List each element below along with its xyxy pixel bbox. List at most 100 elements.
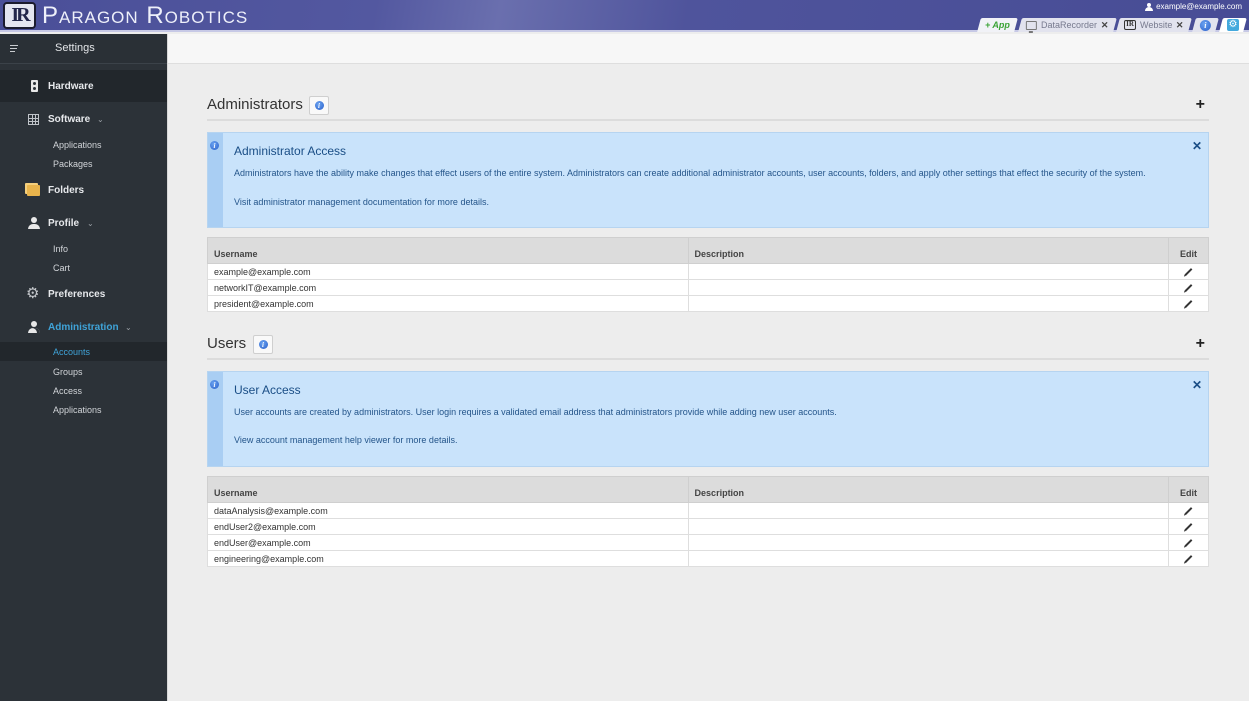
sidebar-item-label: Hardware [48, 80, 94, 92]
user-email: example@example.com [1156, 2, 1242, 11]
sidebar-subitem-cart[interactable]: Cart [0, 258, 167, 277]
sidebar-item-folders[interactable]: Folders [0, 174, 167, 206]
add-user-button[interactable]: + [1196, 336, 1205, 352]
username-cell: president@example.com [207, 295, 689, 312]
administrators-info-button[interactable]: i [309, 96, 329, 115]
sidebar-subitem-accounts[interactable]: Accounts [0, 342, 167, 361]
pencil-icon [1184, 538, 1193, 547]
main-toolbar [168, 34, 1249, 64]
alert-strip: i [208, 133, 223, 227]
administrators-section-header: Administrators i + [207, 93, 1209, 121]
info-icon: i [210, 380, 219, 389]
tab-settings[interactable]: ⚙ [1219, 18, 1247, 32]
pencil-icon [1184, 299, 1193, 308]
column-header-edit: Edit [1168, 237, 1209, 264]
edit-button[interactable] [1168, 279, 1209, 296]
sidebar-subitem-label: Cart [53, 262, 71, 273]
sidebar-item-profile[interactable]: Profile ⌄ [0, 207, 167, 239]
table-row[interactable]: endUser@example.com [207, 534, 1209, 551]
table-row[interactable]: president@example.com [207, 295, 1209, 312]
alert-text: Administrators have the ability make cha… [234, 168, 1146, 178]
close-alert-button[interactable]: ✕ [1192, 378, 1202, 392]
column-header-description[interactable]: Description [687, 237, 1170, 264]
sidebar-subitem-packages[interactable]: Packages [0, 154, 167, 173]
sidebar-subitem-label: Groups [53, 366, 83, 377]
user-access-alert: i User Access User accounts are created … [207, 371, 1209, 467]
table-row[interactable]: engineering@example.com [207, 550, 1209, 567]
sidebar-item-label: Folders [48, 184, 85, 196]
user-icon [1145, 2, 1154, 11]
table-row[interactable]: example@example.com [207, 263, 1209, 280]
tab-datarecorder[interactable]: DataRecorder ✕ [1017, 18, 1116, 32]
logo-icon: IR [3, 2, 36, 29]
table-row[interactable]: endUser2@example.com [207, 518, 1209, 535]
close-tab-icon[interactable]: ✕ [1176, 20, 1184, 31]
user-menu[interactable]: example@example.com [1145, 2, 1242, 11]
top-banner: IR Paragon Robotics example@example.com … [0, 0, 1249, 32]
users-table: Username Description Edit dataAnalysis@e… [207, 476, 1209, 567]
alert-documentation-link[interactable]: Visit administrator management documenta… [234, 197, 489, 207]
sidebar-item-hardware[interactable]: Hardware [0, 70, 167, 102]
add-app-tab[interactable]: + App [976, 18, 1018, 32]
tab-website[interactable]: IR Website ✕ [1116, 18, 1192, 32]
tab-info[interactable]: i [1192, 18, 1219, 32]
column-header-edit: Edit [1168, 476, 1209, 503]
sidebar-subitem-label: Applications [53, 404, 102, 415]
users-section-header: Users i + [207, 332, 1209, 360]
edit-button[interactable] [1168, 550, 1209, 567]
brand-name: Paragon Robotics [42, 2, 249, 29]
edit-button[interactable] [1168, 518, 1209, 535]
add-app-label: + App [984, 20, 1010, 30]
username-cell: networkIT@example.com [207, 279, 689, 296]
sidebar-header: Settings [0, 34, 167, 64]
alert-strip: i [208, 372, 223, 466]
description-cell [687, 518, 1170, 535]
edit-button[interactable] [1168, 263, 1209, 280]
hardware-icon [31, 80, 38, 92]
table-row[interactable]: networkIT@example.com [207, 279, 1209, 296]
username-cell: endUser2@example.com [207, 518, 689, 535]
chevron-down-icon: ⌄ [125, 322, 132, 332]
sidebar-subitem-label: Applications [53, 139, 102, 150]
sidebar-title: Settings [55, 42, 95, 54]
sidebar-item-administration[interactable]: Administration ⌄ [0, 311, 167, 343]
edit-button[interactable] [1168, 295, 1209, 312]
sidebar-item-preferences[interactable]: ⚙ Preferences [0, 278, 167, 310]
sidebar-subitem-groups[interactable]: Groups [0, 362, 167, 381]
column-header-username[interactable]: Username [207, 237, 689, 264]
close-tab-icon[interactable]: ✕ [1101, 20, 1109, 31]
description-cell [687, 279, 1170, 296]
column-header-description[interactable]: Description [687, 476, 1170, 503]
edit-button[interactable] [1168, 502, 1209, 519]
info-icon: i [1200, 19, 1211, 31]
description-cell [687, 263, 1170, 280]
alert-text: User accounts are created by administrat… [234, 407, 837, 417]
sidebar-subitem-applications-admin[interactable]: Applications [0, 400, 167, 419]
alert-help-link[interactable]: View account management help viewer for … [234, 435, 457, 445]
pencil-icon [1184, 267, 1193, 276]
admin-icon [28, 321, 40, 333]
ir-logo-icon: IR [1124, 20, 1137, 30]
sidebar-subitem-info[interactable]: Info [0, 239, 167, 258]
sidebar-subitem-applications[interactable]: Applications [0, 135, 167, 154]
sidebar-item-software[interactable]: Software ⌄ [0, 103, 167, 135]
description-cell [687, 550, 1170, 567]
administrator-access-alert: i Administrator Access Administrators ha… [207, 132, 1209, 228]
alert-title: Administrator Access [234, 144, 347, 158]
table-row[interactable]: dataAnalysis@example.com [207, 502, 1209, 519]
administrators-title: Administrators [207, 96, 303, 113]
close-alert-button[interactable]: ✕ [1192, 139, 1202, 153]
monitor-icon [1025, 20, 1037, 30]
edit-button[interactable] [1168, 534, 1209, 551]
sidebar-item-label: Software [48, 113, 91, 125]
username-cell: example@example.com [207, 263, 689, 280]
sidebar-subitem-label: Packages [53, 158, 93, 169]
grid-icon [28, 113, 39, 125]
pencil-icon [1184, 554, 1193, 563]
tab-label: DataRecorder [1040, 20, 1097, 30]
hamburger-menu-icon[interactable] [10, 45, 18, 53]
add-administrator-button[interactable]: + [1196, 97, 1205, 113]
sidebar-subitem-access[interactable]: Access [0, 381, 167, 400]
users-info-button[interactable]: i [253, 335, 273, 354]
column-header-username[interactable]: Username [207, 476, 689, 503]
